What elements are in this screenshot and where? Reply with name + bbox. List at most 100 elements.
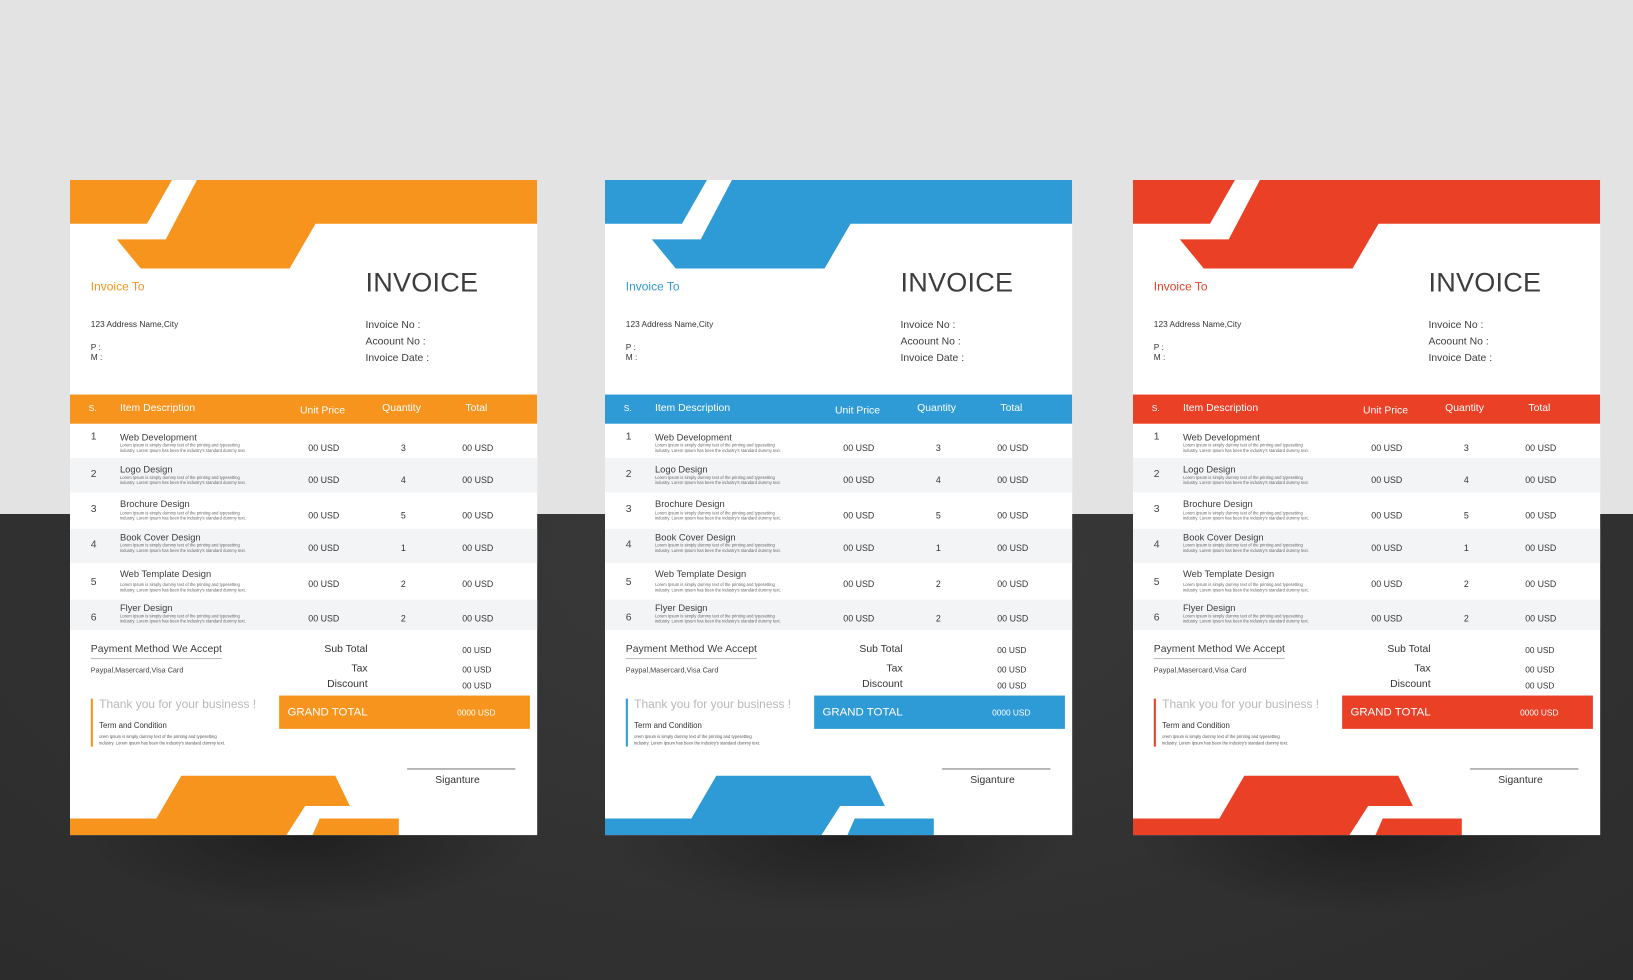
item-quantity: 2 (400, 578, 406, 590)
item-number: 3 (1153, 503, 1160, 516)
item-unit-price: 00 USD (1371, 442, 1403, 453)
item-number: 2 (90, 468, 97, 480)
invoice-shadow (70, 835, 537, 915)
table-row: 5 Web Template Design Lorem Ipsum is sim… (605, 563, 1072, 599)
grand-total-label: GRAND TOTAL (287, 705, 368, 719)
terms-title: Term and Condition (1162, 720, 1230, 730)
item-unit-price: 00 USD (1371, 578, 1403, 590)
sub-total-value: 00 USD (462, 645, 492, 655)
col-description: Item Description (654, 402, 731, 415)
item-unit-price: 00 USD (843, 442, 875, 453)
footer-main-shape (1133, 775, 1413, 836)
item-name: Web Development (1182, 432, 1260, 443)
grand-total-value: 0000 USD (1520, 708, 1559, 718)
invoice-document: Invoice To INVOICE 123 Address Name,City… (1133, 180, 1601, 836)
item-description: Lorem Ipsum is simply dummy text of the … (655, 442, 811, 453)
terms-text: orem Ipsum is simply dummy text of the p… (1162, 734, 1288, 746)
item-description-line: industry. Lorem Ipsum has been the indus… (654, 515, 781, 521)
item-description-line: industry. Lorem Ipsum has been the indus… (654, 480, 781, 486)
item-quantity: 5 (935, 510, 941, 521)
sub-total-value: 00 USD (997, 645, 1027, 655)
grand-total-box: GRAND TOTAL 0000 USD (814, 695, 1065, 729)
col-quantity: Quantity (917, 402, 956, 415)
item-quantity: 2 (400, 613, 406, 624)
item-description-line: industry. Lorem Ipsum has been the indus… (654, 587, 781, 593)
item-name: Logo Design (1182, 464, 1236, 475)
invoice-template-3: Invoice To INVOICE 123 Address Name,City… (1133, 180, 1601, 836)
item-quantity: 4 (1463, 474, 1469, 486)
item-description: Lorem Ipsum is simply dummy text of the … (655, 542, 811, 553)
item-total: 00 USD (1525, 442, 1557, 453)
col-quantity: Quantity (382, 402, 421, 415)
item-number: 4 (90, 539, 97, 551)
item-number: 3 (625, 503, 632, 516)
table-row: 3 Brochure Design Lorem Ipsum is simply … (70, 492, 537, 528)
col-total: Total (1528, 402, 1551, 415)
grand-total-label: GRAND TOTAL (1350, 705, 1431, 719)
item-description: Lorem Ipsum is simply dummy text of the … (655, 582, 811, 593)
sub-total-label: Sub Total (1387, 643, 1431, 655)
invoice-document: Invoice To INVOICE 123 Address Name,City… (605, 180, 1073, 836)
item-number: 4 (1153, 539, 1160, 551)
item-unit-price: 00 USD (308, 542, 340, 553)
invoice-no-label: Invoice No : (365, 319, 421, 332)
table-row: 4 Book Cover Design Lorem Ipsum is simpl… (70, 528, 538, 564)
item-quantity: 2 (935, 578, 941, 590)
invoice-template-1: Invoice To INVOICE 123 Address Name,City… (70, 180, 538, 836)
thank-you-message: Thank you for your business ! (1162, 698, 1320, 712)
table-row: 1 Web Development Lorem Ipsum is simply … (70, 424, 537, 458)
discount-label: Discount (1390, 678, 1431, 691)
table-row: 3 Brochure Design Lorem Ipsum is simply … (605, 492, 1072, 528)
grand-total-box: GRAND TOTAL 0000 USD (279, 695, 530, 729)
item-number: 2 (625, 468, 632, 480)
account-no-label: Acoount No : (1428, 336, 1489, 348)
item-unit-price: 00 USD (1371, 474, 1403, 486)
terms-line: industry. Lorem Ipsum has been the indus… (99, 740, 226, 746)
invoice-title: INVOICE (365, 266, 479, 298)
address: 123 Address Name,City (625, 319, 714, 329)
payment-method-title: Payment Method We Accept (625, 643, 757, 660)
item-total: 00 USD (462, 578, 494, 590)
item-number: 5 (1153, 576, 1160, 589)
item-unit-price: 00 USD (1371, 542, 1403, 553)
item-unit-price: 00 USD (1371, 613, 1403, 624)
item-number: 1 (1153, 431, 1160, 443)
signature-label: Siganture (1498, 774, 1543, 787)
item-total: 00 USD (997, 474, 1029, 486)
sub-total-label: Sub Total (859, 643, 903, 655)
invoice-to-label: Invoice To (1153, 281, 1208, 294)
invoice-shadow (1133, 835, 1600, 915)
item-description-line: industry. Lorem Ipsum has been the indus… (119, 587, 246, 593)
thank-you-message: Thank you for your business ! (634, 698, 792, 712)
invoice-title: INVOICE (900, 266, 1014, 298)
table-row: 3 Brochure Design Lorem Ipsum is simply … (1133, 492, 1600, 528)
terms-text: orem Ipsum is simply dummy text of the p… (99, 734, 225, 746)
account-no-label: Acoount No : (365, 336, 426, 348)
item-quantity: 5 (400, 510, 406, 521)
item-total: 00 USD (462, 613, 494, 624)
item-description-line: industry. Lorem Ipsum has been the indus… (119, 480, 246, 486)
item-unit-price: 00 USD (843, 542, 875, 553)
item-unit-price: 00 USD (308, 474, 340, 486)
sub-total-value: 00 USD (1525, 645, 1555, 655)
invoice-title: INVOICE (1428, 266, 1542, 298)
col-unit-price: Unit Price (834, 404, 881, 417)
item-quantity: 1 (935, 542, 941, 553)
item-quantity: 2 (1463, 613, 1469, 624)
payment-methods: Paypal,Masercard,Visa Card (1153, 667, 1247, 675)
col-unit-price: Unit Price (299, 404, 346, 417)
item-number: 2 (1153, 468, 1160, 480)
item-description: Lorem Ipsum is simply dummy text of the … (1183, 510, 1339, 521)
footer-small-shape (1375, 818, 1462, 836)
item-total: 00 USD (1525, 510, 1557, 521)
invoice-meta: Invoice No : Acoount No : Invoice Date : (1429, 317, 1493, 367)
item-unit-price: 00 USD (843, 510, 875, 521)
mobile-label: M : (625, 352, 638, 363)
item-quantity: 3 (1463, 442, 1469, 453)
item-description: Lorem Ipsum is simply dummy text of the … (120, 475, 276, 486)
item-number: 6 (90, 612, 97, 624)
discount-value: 00 USD (997, 680, 1027, 691)
sub-total-label: Sub Total (324, 643, 368, 655)
item-number: 6 (1153, 612, 1160, 624)
table-row: 2 Logo Design Lorem Ipsum is simply dumm… (605, 458, 1073, 493)
